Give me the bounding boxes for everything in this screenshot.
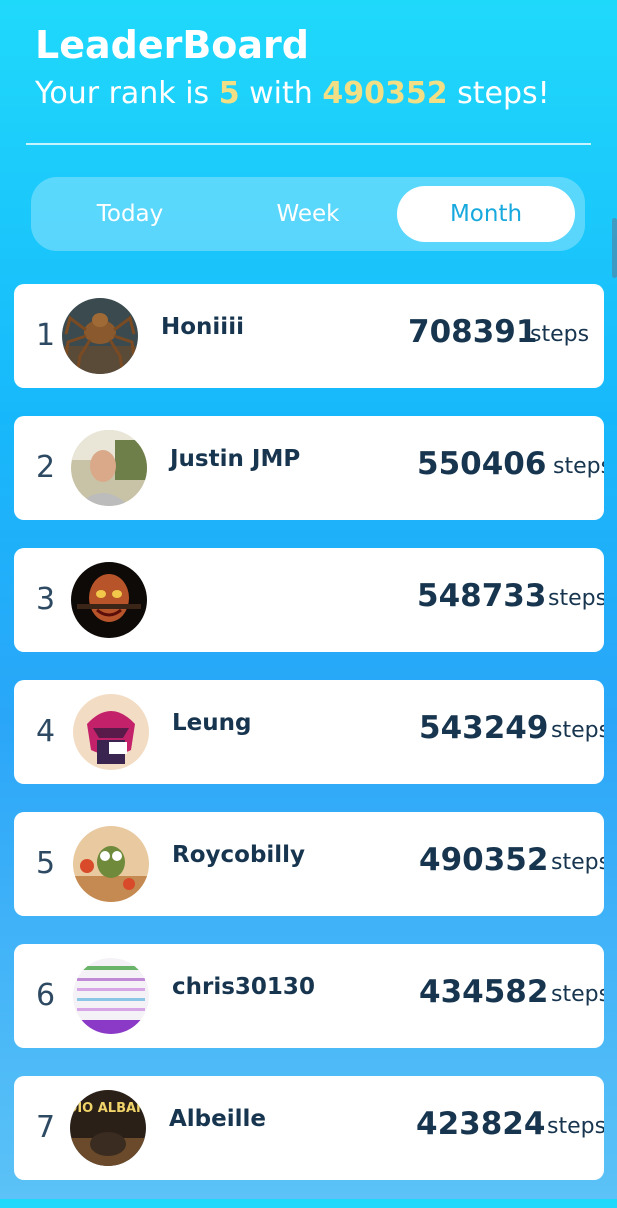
steps-unit: steps: [553, 454, 604, 479]
radio-poster-avatar: RADIO ALBAN 91: [70, 1090, 146, 1166]
spider-avatar: [62, 298, 138, 374]
list-item[interactable]: 6 chris30130 434582 steps: [14, 944, 604, 1048]
tab-today[interactable]: Today: [41, 186, 219, 242]
rank-number: 3: [36, 582, 56, 617]
steps-value: 490352: [322, 76, 448, 111]
rank-number: 2: [36, 450, 56, 485]
radio-poster-text: RADIO ALBAN 91: [70, 1101, 146, 1116]
steps-count: 708391: [408, 314, 538, 350]
player-name: Leung: [172, 710, 252, 736]
list-item[interactable]: 5 Roycobilly 490352 steps: [14, 812, 604, 916]
tab-month[interactable]: Month: [397, 186, 575, 242]
player-name: Honiiii: [161, 314, 244, 340]
header-divider: [26, 143, 591, 145]
rank-number: 5: [36, 846, 56, 881]
page-title: LeaderBoard: [35, 23, 309, 67]
rank-value: 5: [218, 76, 240, 111]
list-item[interactable]: 1 Honiiii 708391 steps: [14, 284, 604, 388]
leaderboard-list: 1 Honiiii 708391 steps 2 Justin JMP 5504…: [14, 284, 604, 1208]
rank-number: 1: [36, 318, 56, 353]
steps-count: 548733: [417, 578, 547, 614]
bug-character-avatar: [73, 826, 149, 902]
period-tabs: Today Week Month: [31, 177, 585, 251]
list-item[interactable]: 4 Leung 543249 steps: [14, 680, 604, 784]
rank-number: 6: [36, 978, 56, 1013]
leaderboard-header: LeaderBoard Your rank is 5 with 490352 s…: [35, 22, 550, 114]
clown-avatar: [71, 562, 147, 638]
steps-unit: steps: [551, 850, 604, 875]
cartoon-monster-avatar: [73, 694, 149, 770]
rank-middle: with: [239, 76, 323, 111]
steps-count: 490352: [419, 842, 549, 878]
screenshot-avatar: [73, 958, 149, 1034]
steps-count: 434582: [419, 974, 549, 1010]
selfie-avatar: [71, 430, 147, 506]
steps-unit: steps: [551, 718, 604, 743]
rank-summary: Your rank is 5 with 490352 steps!: [35, 74, 550, 114]
list-item[interactable]: 7 RADIO ALBAN 91 Albeille 423824 steps: [14, 1076, 604, 1180]
list-item[interactable]: 2 Justin JMP 550406 steps: [14, 416, 604, 520]
list-item[interactable]: 3 548733 steps: [14, 548, 604, 652]
player-name: Albeille: [169, 1106, 266, 1132]
steps-count: 423824: [416, 1106, 546, 1142]
player-name: Roycobilly: [172, 842, 306, 868]
player-name: chris30130: [172, 974, 315, 1000]
steps-count: 543249: [419, 710, 549, 746]
steps-unit: steps: [551, 982, 604, 1007]
steps-unit: steps: [547, 1114, 604, 1139]
rank-number: 7: [36, 1110, 56, 1145]
rank-number: 4: [36, 714, 56, 749]
steps-unit: steps: [530, 322, 590, 347]
scrollbar[interactable]: [612, 218, 617, 278]
steps-count: 550406: [417, 446, 547, 482]
tab-week[interactable]: Week: [219, 186, 397, 242]
player-name: Justin JMP: [170, 446, 301, 472]
rank-prefix: Your rank is: [35, 76, 219, 111]
steps-suffix: steps!: [447, 76, 550, 111]
steps-unit: steps: [548, 586, 604, 611]
